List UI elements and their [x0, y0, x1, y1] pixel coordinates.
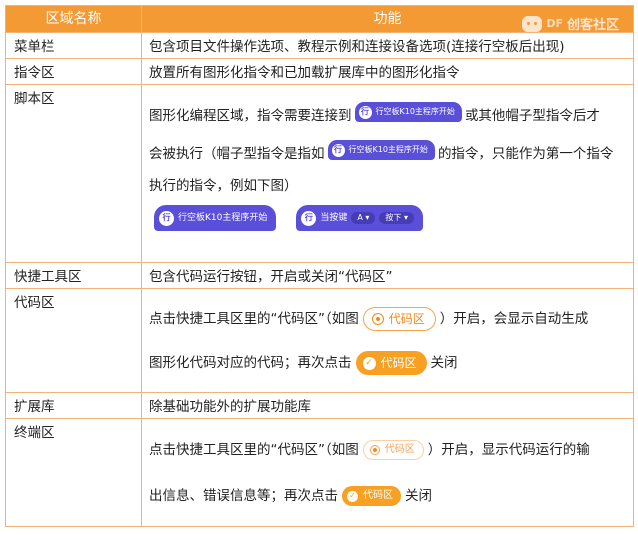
hat-block-label: 行空板K10主程序开始	[178, 212, 268, 223]
row-desc: 包含代码运行按钮，开启或关闭“代码区”	[141, 262, 634, 289]
hat-block-inline: 行 行空板K10主程序开始	[354, 102, 462, 122]
check-icon: ✓	[362, 356, 376, 370]
robot-logo-icon	[522, 15, 543, 32]
feature-table-container: 区域名称 功能 菜单栏 包含项目文件操作选项、教程示例和连接设备选项(连接行空板…	[5, 5, 634, 535]
example-hat-blocks: 行 行空板K10主程序开始 行 当按键 A ▾ 按下 ▾	[151, 205, 629, 231]
table-row-menu: 菜单栏 包含项目文件操作选项、教程示例和连接设备选项(连接行空板后出现)	[5, 32, 634, 59]
logo-text: 创客社区	[566, 18, 619, 33]
script-desc-line-2: 会被执行（帽子型指令是指如 行 行空板K10主程序开始 的指令，只能作为第一个指…	[149, 135, 629, 173]
hat-block-label: 行空板K10主程序开始	[375, 107, 455, 116]
radio-dot-icon	[371, 313, 384, 325]
check-icon: ✓	[347, 490, 358, 502]
board-icon: 行	[159, 210, 174, 226]
text-segment: 出信息、错误信息等；再次点击	[149, 488, 338, 504]
board-icon: 行	[358, 105, 372, 119]
row-desc-terminal: 点击快捷工具区里的“代码区”（如图 代码区 ）开启，显示代码运行的输 出信息、错…	[141, 418, 634, 527]
table-row-instructions: 指令区 放置所有图形化指令和已加载扩展库中的图形化指令	[5, 58, 634, 85]
key-value: A	[357, 213, 363, 222]
header-function-label: 功能	[373, 11, 402, 27]
area-function-table: 区域名称 功能 菜单栏 包含项目文件操作选项、教程示例和连接设备选项(连接行空板…	[5, 5, 634, 527]
code-desc-line-1: 点击快捷工具区里的“代码区”（如图 代码区 ）开启，会显示自动生成	[149, 297, 629, 341]
state-dropdown: 按下 ▾	[379, 212, 414, 224]
script-desc-line-1: 图形化编程区域，指令需要连接到 行 行空板K10主程序开始 或其他帽子型指令后才	[149, 97, 629, 135]
board-icon: 行	[301, 210, 317, 226]
table-row-script: 脚本区 图形化编程区域，指令需要连接到 行 行空板K10主程序开始 或其他帽子型…	[5, 84, 634, 263]
hat-block-button-pressed: 行 当按键 A ▾ 按下 ▾	[296, 205, 423, 231]
code-area-button-off: 代码区	[362, 307, 436, 331]
hat-block-label: 当按键	[320, 212, 348, 223]
terminal-desc-line-2: 出信息、错误信息等；再次点击 ✓ 代码区 关闭	[149, 473, 629, 519]
text-segment: 的指令，只能作为第一个指令	[437, 146, 614, 162]
script-desc-line-3: 执行的指令，例如下图）	[149, 173, 629, 199]
text-segment: 执行的指令，例如下图）	[149, 178, 298, 194]
code-area-button-label: 代码区	[363, 490, 393, 501]
row-desc-code: 点击快捷工具区里的“代码区”（如图 代码区 ）开启，会显示自动生成 图形化代码对…	[141, 288, 634, 393]
row-name: 快捷工具区	[5, 262, 142, 289]
table-row-extensions: 扩展库 除基础功能外的扩展功能库	[5, 392, 634, 419]
text-segment: 或其他帽子型指令后才	[464, 108, 600, 124]
code-area-button-on: ✓ 代码区	[355, 351, 427, 375]
code-area-button-off: 代码区	[362, 440, 424, 460]
state-value: 按下	[385, 213, 402, 222]
row-desc-script: 图形化编程区域，指令需要连接到 行 行空板K10主程序开始 或其他帽子型指令后才…	[141, 84, 634, 263]
header-area-name: 区域名称	[5, 5, 142, 33]
text-segment: ）开启，会显示自动生成	[439, 311, 589, 327]
row-name: 指令区	[5, 58, 142, 85]
table-row-shortcut-tools: 快捷工具区 包含代码运行按钮，开启或关闭“代码区”	[5, 262, 634, 289]
board-icon: 行	[331, 143, 345, 157]
row-name: 脚本区	[5, 84, 142, 263]
text-segment: 会被执行（帽子型指令是指如	[149, 146, 325, 162]
row-desc: 除基础功能外的扩展功能库	[141, 392, 634, 419]
text-segment: ）开启，显示代码运行的输	[427, 442, 590, 458]
table-row-terminal: 终端区 点击快捷工具区里的“代码区”（如图 代码区 ）开启，显示代码运行的输 出…	[5, 418, 634, 527]
text-segment: 图形化代码对应的代码；再次点击	[149, 355, 352, 371]
row-name: 扩展库	[5, 392, 142, 419]
text-segment: 关闭	[405, 488, 432, 504]
watermark-logo: DF 创客社区	[522, 14, 619, 33]
row-name: 代码区	[5, 288, 142, 393]
row-name: 菜单栏	[5, 32, 142, 59]
text-segment: 点击快捷工具区里的“代码区”（如图	[149, 311, 359, 327]
key-dropdown: A ▾	[351, 212, 376, 224]
code-area-button-on: ✓ 代码区	[342, 486, 401, 506]
code-desc-line-2: 图形化代码对应的代码；再次点击 ✓ 代码区 关闭	[149, 341, 629, 385]
text-segment: 点击快捷工具区里的“代码区”（如图	[149, 442, 359, 458]
text-segment: 图形化编程区域，指令需要连接到	[149, 108, 352, 124]
terminal-desc-line-1: 点击快捷工具区里的“代码区”（如图 代码区 ）开启，显示代码运行的输	[149, 427, 629, 473]
code-area-button-label: 代码区	[384, 444, 415, 455]
logo-brand: DF	[546, 17, 563, 30]
code-area-button-label: 代码区	[380, 356, 417, 370]
table-row-code-area: 代码区 点击快捷工具区里的“代码区”（如图 代码区 ）开启，会显示自动生成 图形…	[5, 288, 634, 393]
row-desc: 包含项目文件操作选项、教程示例和连接设备选项(连接行空板后出现)	[141, 32, 634, 59]
row-name: 终端区	[5, 418, 142, 527]
caret-down-icon: ▾	[403, 213, 408, 222]
code-area-button-label: 代码区	[388, 312, 425, 326]
radio-dot-icon	[369, 445, 380, 455]
hat-block-inline: 行 行空板K10主程序开始	[327, 140, 435, 160]
hat-block-label: 行空板K10主程序开始	[348, 145, 428, 154]
caret-down-icon: ▾	[365, 213, 370, 222]
row-desc: 放置所有图形化指令和已加载扩展库中的图形化指令	[141, 58, 634, 85]
text-segment: 关闭	[430, 355, 458, 371]
hat-block-main-program: 行 行空板K10主程序开始	[154, 205, 277, 231]
